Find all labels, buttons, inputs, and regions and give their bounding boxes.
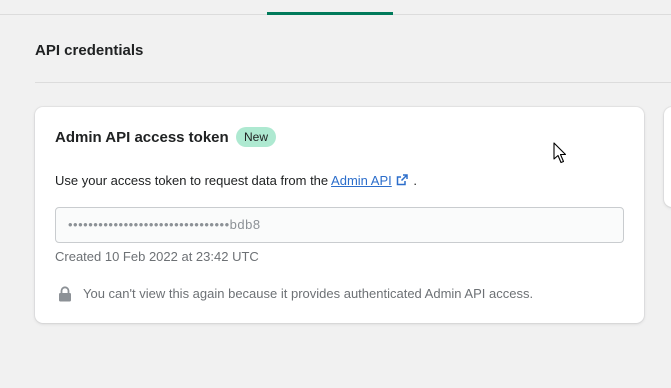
mouse-pointer-icon [553, 142, 567, 164]
external-link-icon[interactable] [396, 174, 408, 186]
created-timestamp: Created 10 Feb 2022 at 23:42 UTC [55, 249, 259, 264]
tabs-bar [0, 0, 671, 15]
card-description: Use your access token to request data fr… [55, 173, 417, 188]
notice-text: You can't view this again because it pro… [83, 286, 534, 301]
section-divider [35, 82, 671, 83]
admin-api-link[interactable]: Admin API [331, 173, 392, 188]
new-badge: New [236, 127, 277, 147]
description-prefix: Use your access token to request data fr… [55, 173, 329, 188]
admin-api-token-card: Admin API access token New Use your acce… [35, 107, 644, 323]
description-suffix: . [413, 173, 417, 188]
adjacent-card-edge [664, 107, 671, 207]
section-title: API credentials [35, 42, 144, 59]
card-title: Admin API access token [55, 129, 229, 146]
lock-icon [59, 286, 71, 302]
access-token-field[interactable]: ••••••••••••••••••••••••••••••••bdb8 [55, 207, 624, 243]
active-tab-indicator [267, 12, 393, 15]
